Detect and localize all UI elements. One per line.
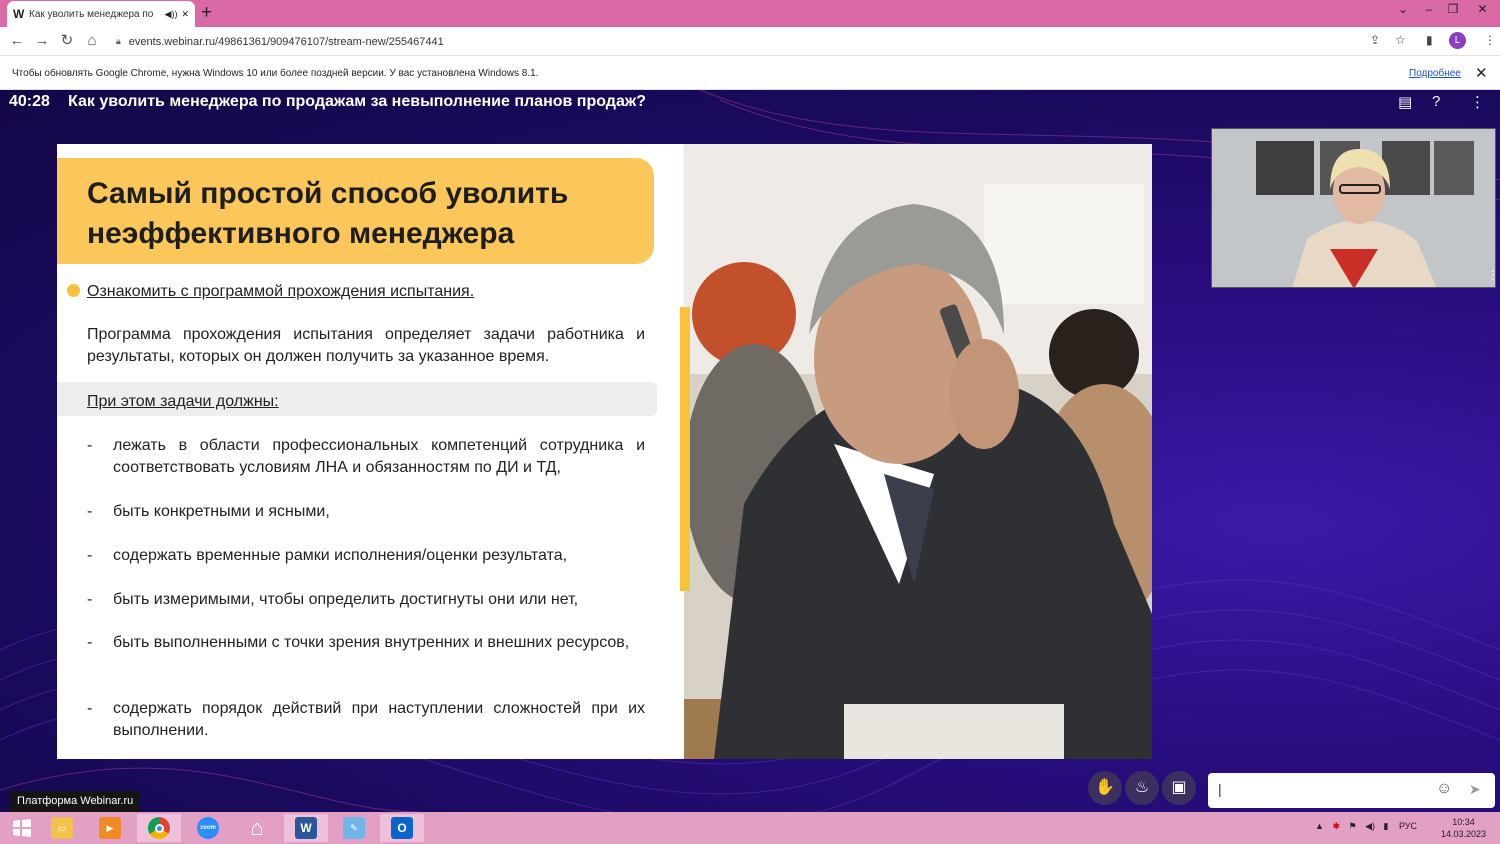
tab-close-icon[interactable]: ✕ xyxy=(181,9,189,20)
windows-logo-icon xyxy=(13,819,31,837)
media-player-icon: ▶ xyxy=(99,817,121,839)
picture-in-picture-icon[interactable]: ▣ xyxy=(1162,771,1196,805)
send-arrow-icon[interactable]: ➤ xyxy=(1469,781,1481,798)
antivirus-icon[interactable]: ✱ xyxy=(1332,821,1340,831)
learn-more-link[interactable]: Подробнее xyxy=(1409,68,1461,79)
chat-icon[interactable]: ▤ xyxy=(1398,93,1412,111)
back-arrow-icon[interactable]: ← xyxy=(7,32,27,50)
language-indicator[interactable]: РУС xyxy=(1399,821,1417,831)
list-item: - содержать временные рамки исполнения/оц… xyxy=(87,547,568,564)
slide-paragraph: Программа прохождения испытания определя… xyxy=(87,326,645,365)
browser-tab-strip: W Как уволить менеджера по ◀)) ✕ + ⌄ – ❐… xyxy=(0,0,1500,27)
paint-palette-icon: ✎ xyxy=(343,817,365,839)
platform-label: Платформа Webinar.ru xyxy=(10,791,141,812)
infobar-message: Чтобы обновлять Google Chrome, нужна Win… xyxy=(12,68,539,79)
tab-search-icon[interactable]: ⌄ xyxy=(1390,0,1416,20)
bookmark-star-icon[interactable]: ☆ xyxy=(1395,33,1406,47)
tab-title: Как уволить менеджера по xyxy=(29,8,154,20)
lock-icon[interactable]: 🔒︎ xyxy=(116,36,121,47)
browser-tab[interactable]: W Как уволить менеджера по ◀)) ✕ xyxy=(7,1,195,27)
word-button[interactable]: W xyxy=(284,814,328,842)
tray-overflow-icon[interactable]: ▲ xyxy=(1315,821,1324,831)
webinar-favicon-icon: W xyxy=(13,7,25,21)
system-tray: ▲ ✱ ⚑ ◀) ▮ РУС xyxy=(1315,821,1417,832)
slide-subheading: Ознакомить с программой прохождения испы… xyxy=(87,283,475,300)
zoom-icon: zoom xyxy=(197,817,219,839)
list-item: - содержать порядок действий при наступле… xyxy=(87,700,645,739)
media-player-button[interactable]: ▶ xyxy=(88,814,132,842)
clock-date: 14.03.2023 xyxy=(1441,829,1487,839)
side-panel-icon[interactable]: ▮ xyxy=(1426,33,1433,47)
home-icon[interactable]: ⌂ xyxy=(82,32,102,50)
chat-input-text[interactable]: | xyxy=(1218,781,1222,797)
slide-heading: Самый простой способ уволить неэффективн… xyxy=(57,158,654,264)
forward-arrow-icon[interactable]: → xyxy=(32,32,52,50)
network-icon[interactable]: ▮ xyxy=(1384,821,1389,831)
chrome-button[interactable] xyxy=(137,814,181,842)
emoji-icon[interactable]: ☺ xyxy=(1436,780,1452,798)
infobar-close-icon[interactable]: ✕ xyxy=(1475,64,1488,82)
clock-time: 10:34 xyxy=(1452,817,1475,827)
list-item: - лежать в области профессиональных компе… xyxy=(87,437,645,476)
svg-text:⋮: ⋮ xyxy=(1487,268,1496,282)
file-explorer-button[interactable]: ▭ xyxy=(40,814,84,842)
zoom-button[interactable]: zoom xyxy=(186,814,230,842)
folder-icon: ▭ xyxy=(51,817,73,839)
audio-playing-icon[interactable]: ◀)) xyxy=(165,9,178,20)
slide-accent-bar xyxy=(680,307,690,591)
outlook-button[interactable]: O xyxy=(380,814,424,842)
more-options-icon[interactable]: ⋮ xyxy=(1470,93,1485,111)
raise-hand-icon[interactable]: ✋ xyxy=(1088,771,1122,805)
word-icon: W xyxy=(295,817,317,839)
list-item: - быть конкретными и ясными, xyxy=(87,503,330,520)
presentation-slide: Самый простой способ уволить неэффективн… xyxy=(57,144,1152,759)
businessman-on-phone-photo xyxy=(684,144,1152,759)
start-button[interactable] xyxy=(0,814,44,842)
url-text: events.webinar.ru/49861361/909476107/str… xyxy=(128,35,444,48)
list-item: - быть измеримыми, чтобы определить дости… xyxy=(87,591,579,608)
close-window-button[interactable]: ✕ xyxy=(1465,0,1500,20)
help-question-icon[interactable]: ? xyxy=(1432,93,1440,110)
bullet-dot-icon xyxy=(67,284,80,297)
share-icon[interactable]: ⇪ xyxy=(1370,33,1380,47)
home-app-button[interactable]: ⌂ xyxy=(235,814,279,842)
chrome-icon xyxy=(148,817,170,839)
tasks-label: При этом задачи должны: xyxy=(87,393,279,410)
presenter-webcam[interactable]: ⋮ xyxy=(1211,128,1496,288)
reaction-fire-icon[interactable]: ♨ xyxy=(1125,771,1159,805)
minimize-button[interactable]: – xyxy=(1416,0,1442,20)
restore-button[interactable]: ❐ xyxy=(1440,0,1466,20)
browser-toolbar: ← → ↻ ⌂ 🔒︎ events.webinar.ru/49861361/90… xyxy=(0,27,1500,56)
chrome-update-infobar: Чтобы обновлять Google Chrome, нужна Win… xyxy=(0,57,1500,90)
list-item: - быть выполненными с точки зрения внутре… xyxy=(87,634,630,651)
webinar-stage: 40:28 Как уволить менеджера по продажам … xyxy=(0,90,1500,812)
flag-icon[interactable]: ⚑ xyxy=(1349,821,1357,831)
reload-icon[interactable]: ↻ xyxy=(57,32,77,50)
profile-avatar[interactable]: L xyxy=(1449,32,1466,49)
volume-icon[interactable]: ◀) xyxy=(1365,821,1375,831)
new-tab-button[interactable]: + xyxy=(201,3,212,23)
windows-taskbar: ▭ ▶ zoom ⌂ W ✎ O ▲ ✱ ⚑ ◀) ▮ РУС 10:34 14… xyxy=(0,812,1500,844)
webinar-title: Как уволить менеджера по продажам за нев… xyxy=(68,93,646,110)
menu-kebab-icon[interactable]: ⋮ xyxy=(1484,33,1496,47)
webinar-timer: 40:28 xyxy=(9,93,50,110)
paint-button[interactable]: ✎ xyxy=(332,814,376,842)
house-icon: ⌂ xyxy=(250,815,264,840)
chat-message-input[interactable]: | ☺ ➤ xyxy=(1208,773,1495,808)
outlook-icon: O xyxy=(391,817,413,839)
address-bar[interactable]: 🔒︎ events.webinar.ru/49861361/909476107/… xyxy=(108,30,1470,53)
system-clock[interactable]: 10:34 14.03.2023 xyxy=(1441,816,1486,840)
